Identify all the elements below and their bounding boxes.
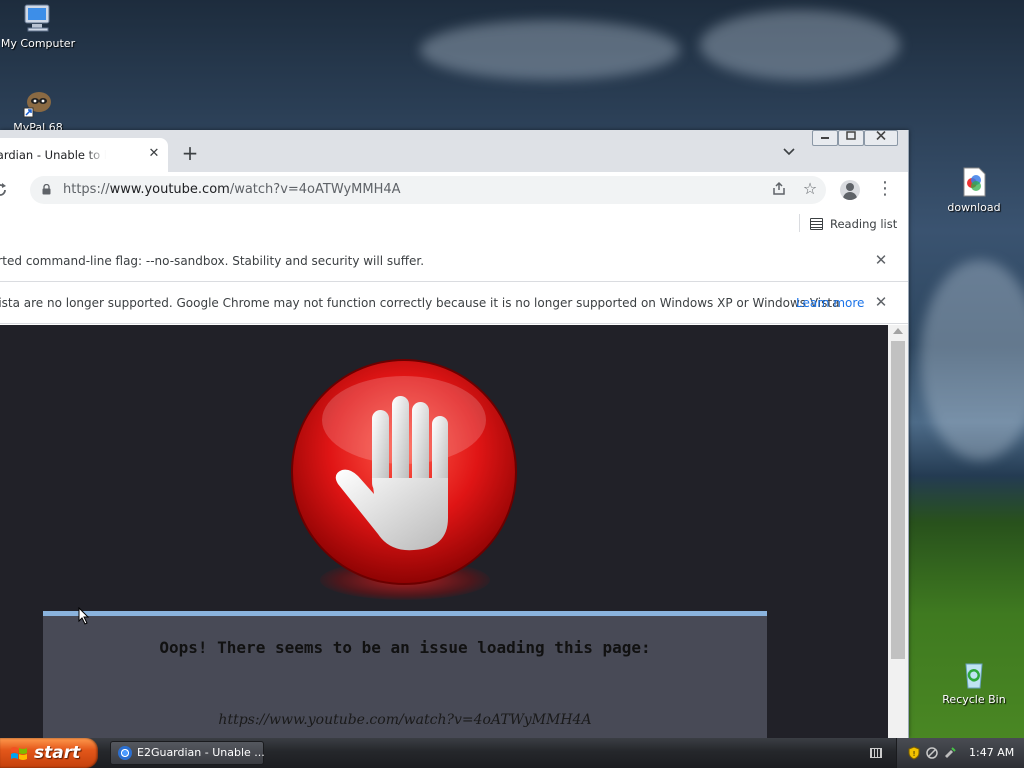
svg-text:!: ! xyxy=(913,750,916,758)
recycle-bin-icon xyxy=(965,663,983,689)
url-path: /watch?v=4oATWyMMH4A xyxy=(229,182,401,197)
learn-more-link[interactable]: Learn more xyxy=(796,296,864,310)
sky-cloud xyxy=(920,260,1024,460)
network-icon[interactable] xyxy=(925,746,939,760)
desktop-icon-label: MyPal 68 xyxy=(13,121,63,130)
scroll-up-arrow-icon[interactable] xyxy=(893,328,903,334)
infobar-close-icon[interactable]: ✕ xyxy=(874,252,888,268)
url-scheme: https:// xyxy=(63,182,110,197)
infobar-unsupported-os: This computer will soon stop receiving G… xyxy=(0,282,908,324)
error-panel: Oops! There seems to be an issue loading… xyxy=(43,611,767,738)
taskbar-clock[interactable]: 1:47 AM xyxy=(969,738,1014,768)
bookmark-star-icon[interactable]: ☆ xyxy=(801,179,819,199)
reading-list-label: Reading list xyxy=(830,217,898,231)
address-url: https://www.youtube.com/watch?v=4oATWyMM… xyxy=(63,182,401,197)
tab-search-chevron-icon[interactable] xyxy=(780,145,798,163)
taskbar-item-label: E2Guardian - Unable ... xyxy=(137,746,265,759)
browser-toolbar: https://www.youtube.com/watch?v=4oATWyMM… xyxy=(0,172,908,208)
page-scrollbar[interactable] xyxy=(888,325,908,738)
mouse-cursor-icon xyxy=(78,607,90,625)
scrollbar-thumb[interactable] xyxy=(891,341,905,659)
url-host: www.youtube.com xyxy=(109,182,230,197)
infobar-message: You are using an unsupported command-lin… xyxy=(0,254,425,268)
tab-strip: E2Guardian - Unable to load website ✕ + xyxy=(0,130,908,172)
start-label: start xyxy=(34,743,81,763)
error-heading: Oops! There seems to be an issue loading… xyxy=(159,638,651,657)
windows-flag-icon xyxy=(11,747,27,760)
safely-remove-hardware-icon[interactable] xyxy=(943,746,957,760)
infobar-close-icon[interactable]: ✕ xyxy=(874,294,888,310)
desktop-icon-label: My Computer xyxy=(0,37,76,50)
desktop-icon-label: download xyxy=(947,201,1001,214)
lock-icon xyxy=(42,184,51,195)
taskbar: start E2Guardian - Unable ... ! 1:47 AM xyxy=(0,738,1024,768)
tab-close-icon[interactable]: ✕ xyxy=(146,146,162,162)
desktop-icon-label: Recycle Bin xyxy=(942,693,1006,706)
browser-window: E2Guardian - Unable to load website ✕ + … xyxy=(0,130,909,738)
stop-hand-icon xyxy=(291,359,517,585)
share-icon[interactable] xyxy=(770,181,788,199)
browser-menu-icon[interactable]: ⋮ xyxy=(876,179,894,201)
close-window-button[interactable] xyxy=(864,130,898,146)
reload-icon[interactable] xyxy=(0,180,16,200)
restore-button[interactable] xyxy=(838,130,864,146)
desktop-icon-my-computer[interactable]: My Computer xyxy=(0,2,78,50)
tab-title: E2Guardian - Unable to load website xyxy=(0,148,106,162)
image-file-icon xyxy=(963,167,986,197)
blocked-url: https://www.youtube.com/watch?v=4oATWyMM… xyxy=(218,712,592,728)
reading-list-icon xyxy=(810,218,823,230)
sky-cloud xyxy=(700,10,900,80)
desktop-icon-download[interactable]: download xyxy=(934,166,1014,214)
bookmarks-bar: Reading list xyxy=(0,208,908,241)
new-tab-button[interactable]: + xyxy=(180,143,200,164)
infobar-no-sandbox: You are using an unsupported command-lin… xyxy=(0,240,908,282)
taskbar-item-browser[interactable]: E2Guardian - Unable ... xyxy=(110,741,265,765)
infobar-message: This computer will soon stop receiving G… xyxy=(0,296,840,310)
desktop-icon-recycle-bin[interactable]: Recycle Bin xyxy=(934,658,1014,706)
page-content: Oops! There seems to be an issue loading… xyxy=(0,325,888,738)
keyboard-icon[interactable] xyxy=(870,748,882,758)
computer-icon xyxy=(24,4,50,32)
security-shield-icon[interactable]: ! xyxy=(907,746,921,760)
system-tray: ! 1:47 AM xyxy=(896,738,1024,768)
address-bar[interactable]: https://www.youtube.com/watch?v=4oATWyMM… xyxy=(30,176,826,204)
bookmarks-separator xyxy=(799,214,800,232)
mypal-icon xyxy=(23,92,51,118)
desktop-icon-mypal[interactable]: MyPal 68 xyxy=(0,86,78,130)
tab-active[interactable]: E2Guardian - Unable to load website ✕ xyxy=(0,138,168,172)
minimize-button[interactable] xyxy=(812,130,838,146)
reading-list-button[interactable]: Reading list xyxy=(810,214,897,234)
chrome-icon xyxy=(118,746,132,760)
sky-cloud xyxy=(420,20,680,80)
start-button[interactable]: start xyxy=(0,738,98,768)
profile-avatar-icon[interactable] xyxy=(840,180,860,200)
